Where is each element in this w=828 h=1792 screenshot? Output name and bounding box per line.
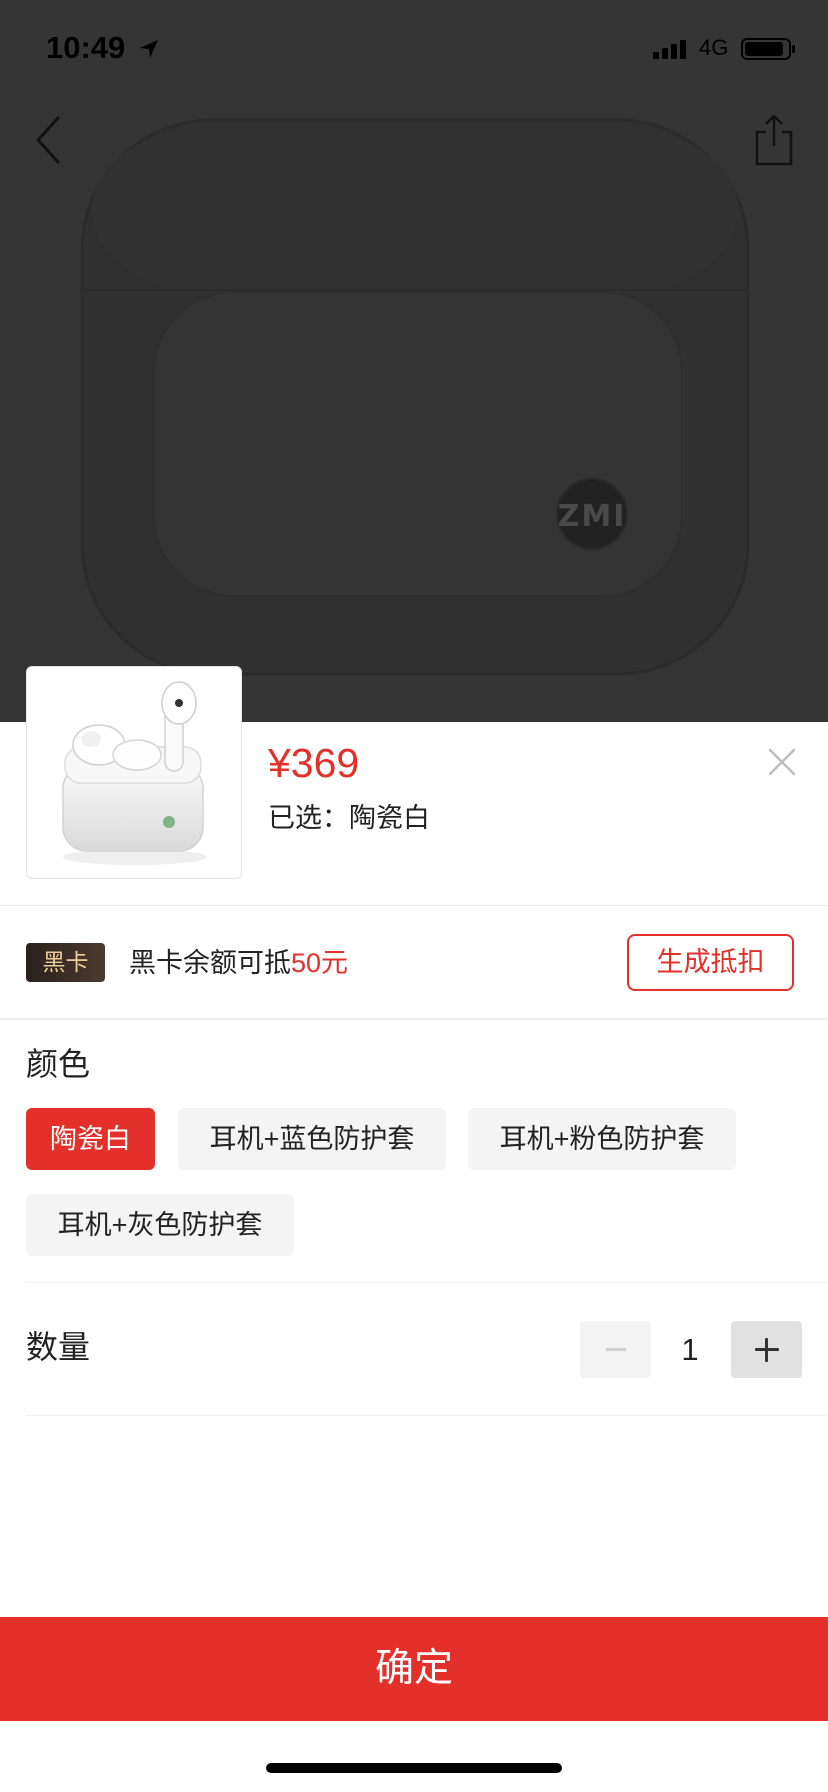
divider (0, 905, 828, 906)
black-card-info: 黑卡余额可抵50元 (129, 945, 348, 981)
close-button[interactable] (762, 742, 802, 782)
status-time: 10:49 (46, 30, 126, 65)
product-thumbnail (26, 666, 242, 879)
quantity-decrease-button[interactable] (580, 1321, 651, 1378)
home-indicator (266, 1763, 562, 1773)
black-card-amount: 50元 (291, 948, 349, 978)
color-option[interactable]: 耳机+粉色防护套 (468, 1108, 736, 1170)
confirm-button[interactable]: 确定 (0, 1617, 828, 1721)
quantity-section-title: 数量 (26, 1329, 91, 1365)
divider (0, 1018, 828, 1020)
share-icon (755, 114, 793, 166)
network-type: 4G (699, 35, 729, 60)
color-section-title: 颜色 (26, 1046, 91, 1082)
close-icon (768, 748, 796, 776)
signal-icon (653, 40, 686, 59)
chevron-left-icon (36, 116, 60, 164)
color-option[interactable]: 陶瓷白 (26, 1108, 155, 1170)
black-card-badge: 黑卡 (26, 943, 105, 982)
black-card-text: 黑卡余额可抵 (129, 948, 291, 978)
share-button[interactable] (750, 110, 798, 170)
generate-deduction-button[interactable]: 生成抵扣 (627, 934, 794, 991)
selected-variant: 已选：陶瓷白 (268, 803, 430, 833)
location-arrow-icon (140, 40, 158, 58)
quantity-increase-button[interactable] (731, 1321, 802, 1378)
case-logo: ZMI (558, 499, 627, 534)
product-price: ¥369 (268, 740, 360, 786)
color-option[interactable]: 耳机+灰色防护套 (26, 1194, 294, 1256)
divider (26, 1415, 828, 1416)
divider (26, 1282, 828, 1283)
color-option[interactable]: 耳机+蓝色防护套 (178, 1108, 446, 1170)
product-hero-image: ZMI (0, 0, 828, 722)
quantity-value[interactable]: 1 (660, 1330, 720, 1370)
back-button[interactable] (30, 112, 70, 168)
battery-icon (741, 38, 795, 60)
minus-icon (605, 1348, 626, 1351)
